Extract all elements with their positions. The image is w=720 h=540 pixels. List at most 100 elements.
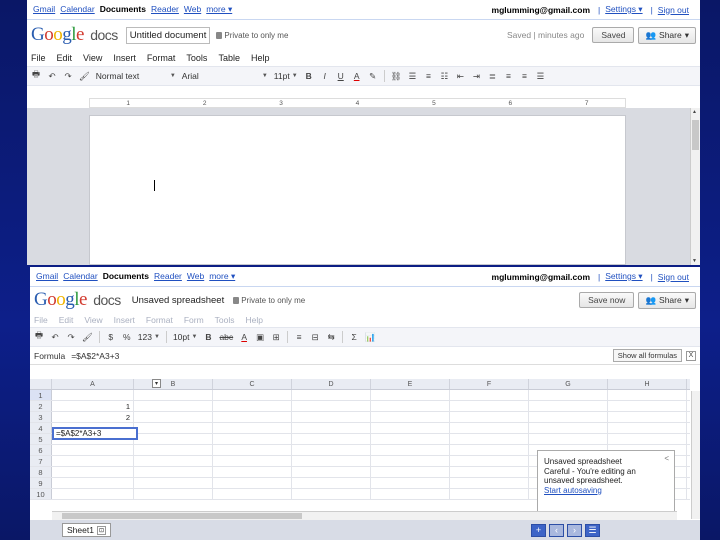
column-header-a[interactable]: A [52, 379, 134, 389]
grid-cell[interactable] [450, 478, 529, 488]
grid-cell[interactable] [608, 390, 687, 400]
grid-cell[interactable] [450, 412, 529, 422]
grid-cell[interactable] [134, 478, 213, 488]
vertical-scrollbar[interactable]: ▲ ▼ [690, 108, 700, 265]
grid-cell[interactable] [134, 390, 213, 400]
grid-cell[interactable] [608, 412, 687, 422]
share-button[interactable]: 👥 Share ▾ [638, 26, 696, 44]
percent-icon[interactable]: % [122, 331, 132, 343]
menu-item-edit[interactable]: Edit [59, 315, 74, 325]
grid-cell[interactable] [450, 401, 529, 411]
align-left-icon[interactable]: ≣ [487, 70, 497, 82]
menu-item-insert[interactable]: Insert [113, 53, 136, 63]
signout-link[interactable]: Sign out [658, 5, 689, 15]
scrollbar-thumb[interactable] [692, 120, 699, 150]
comment-icon[interactable]: ☰ [407, 70, 417, 82]
grid-cell[interactable] [529, 412, 608, 422]
paint-format-icon[interactable]: 🖌 [79, 70, 90, 82]
sheet-tab-menu-icon[interactable]: ⊡ [96, 525, 106, 535]
close-icon[interactable]: < [664, 454, 669, 464]
sheet-tab[interactable]: Sheet1 ⊡ [62, 523, 111, 537]
grid-cell[interactable] [529, 401, 608, 411]
grid-cell[interactable] [292, 478, 371, 488]
grid-cell[interactable] [134, 434, 213, 444]
grid-cell[interactable] [213, 401, 292, 411]
grid-cell[interactable] [292, 390, 371, 400]
print-icon[interactable]: 🖶 [31, 69, 41, 82]
grid-cell[interactable] [134, 445, 213, 455]
menu-item-tools[interactable]: Tools [215, 315, 235, 325]
fill-color-icon[interactable]: ▣ [255, 331, 265, 343]
grid-cell[interactable] [450, 390, 529, 400]
document-page[interactable] [89, 115, 626, 265]
underline-button[interactable]: U [336, 70, 346, 82]
grid-cell[interactable] [52, 478, 134, 488]
start-autosaving-link[interactable]: Start autosaving [544, 486, 668, 496]
menu-item-file[interactable]: File [34, 315, 48, 325]
strikethrough-button[interactable]: abc [219, 331, 233, 343]
grid-cell[interactable] [292, 445, 371, 455]
formula-input[interactable]: =$A$2*A3+3 [71, 351, 613, 361]
google-bar-link[interactable]: Calendar [63, 271, 98, 281]
grid-cell[interactable] [371, 412, 450, 422]
close-icon[interactable]: X [686, 350, 696, 361]
google-docs-logo[interactable]: Google docs [34, 289, 121, 311]
settings-link[interactable]: Settings ▾ [605, 271, 642, 282]
font-dropdown[interactable]: Arial ▼ [182, 71, 268, 81]
grid-cell[interactable]: 1 [52, 401, 134, 411]
increase-indent-icon[interactable]: ⇥ [471, 70, 481, 82]
google-docs-logo[interactable]: Google docs [31, 24, 118, 46]
grid-cell[interactable] [450, 434, 529, 444]
numbered-list-icon[interactable]: ≡ [423, 70, 433, 82]
menu-item-table[interactable]: Table [218, 53, 240, 63]
grid-cell[interactable] [529, 423, 608, 433]
column-header-c[interactable]: C [213, 379, 292, 389]
sheet-list-icon[interactable]: ☰ [585, 523, 600, 537]
menu-item-help[interactable]: Help [246, 315, 263, 325]
settings-link[interactable]: Settings ▾ [605, 4, 642, 15]
previous-sheet-icon[interactable]: ‹ [549, 523, 564, 537]
grid-cell[interactable] [213, 412, 292, 422]
grid-cell[interactable] [213, 390, 292, 400]
column-header-e[interactable]: E [371, 379, 450, 389]
grid-cell[interactable] [213, 445, 292, 455]
grid-cell[interactable] [52, 467, 134, 477]
grid-cell[interactable] [292, 489, 371, 499]
menu-item-view[interactable]: View [83, 53, 102, 63]
grid-cell[interactable] [450, 489, 529, 499]
grid-cell[interactable] [52, 489, 134, 499]
grid-cell[interactable] [608, 401, 687, 411]
google-bar-link[interactable]: Calendar [60, 4, 95, 14]
italic-button[interactable]: I [320, 70, 330, 82]
undo-icon[interactable]: ↶ [47, 70, 57, 82]
bold-button[interactable]: B [203, 331, 213, 343]
grid-cell[interactable] [450, 423, 529, 433]
grid-cell[interactable] [371, 489, 450, 499]
save-now-button[interactable]: Save now [579, 292, 635, 308]
scroll-down-icon[interactable]: ▼ [692, 258, 697, 264]
column-menu-icon[interactable]: ▾ [152, 379, 161, 388]
grid-cell[interactable] [371, 401, 450, 411]
grid-cell[interactable] [52, 456, 134, 466]
google-bar-link[interactable]: Gmail [33, 4, 55, 14]
column-header-f[interactable]: F [450, 379, 529, 389]
print-icon[interactable]: 🖶 [34, 330, 44, 343]
borders-icon[interactable]: ⊞ [271, 331, 281, 343]
scrollbar-thumb[interactable] [62, 513, 302, 519]
align-justify-icon[interactable]: ☰ [535, 70, 545, 82]
google-bar-link[interactable]: more ▾ [206, 4, 232, 14]
grid-cell[interactable] [134, 489, 213, 499]
google-bar-link[interactable]: Documents [103, 271, 149, 281]
grid-cell[interactable] [371, 434, 450, 444]
add-sheet-icon[interactable]: + [531, 523, 546, 537]
document-title[interactable]: Untitled document [125, 26, 211, 44]
font-size-dropdown[interactable]: 11pt ▼ [274, 71, 298, 81]
row-header[interactable]: 7 [30, 456, 52, 466]
grid-cell[interactable] [213, 489, 292, 499]
grid-cell[interactable]: 2 [52, 412, 134, 422]
grid-cell[interactable] [450, 456, 529, 466]
grid-cell[interactable] [292, 401, 371, 411]
redo-icon[interactable]: ↷ [66, 331, 76, 343]
vertical-scrollbar[interactable] [691, 391, 700, 519]
google-bar-link[interactable]: Web [187, 271, 204, 281]
